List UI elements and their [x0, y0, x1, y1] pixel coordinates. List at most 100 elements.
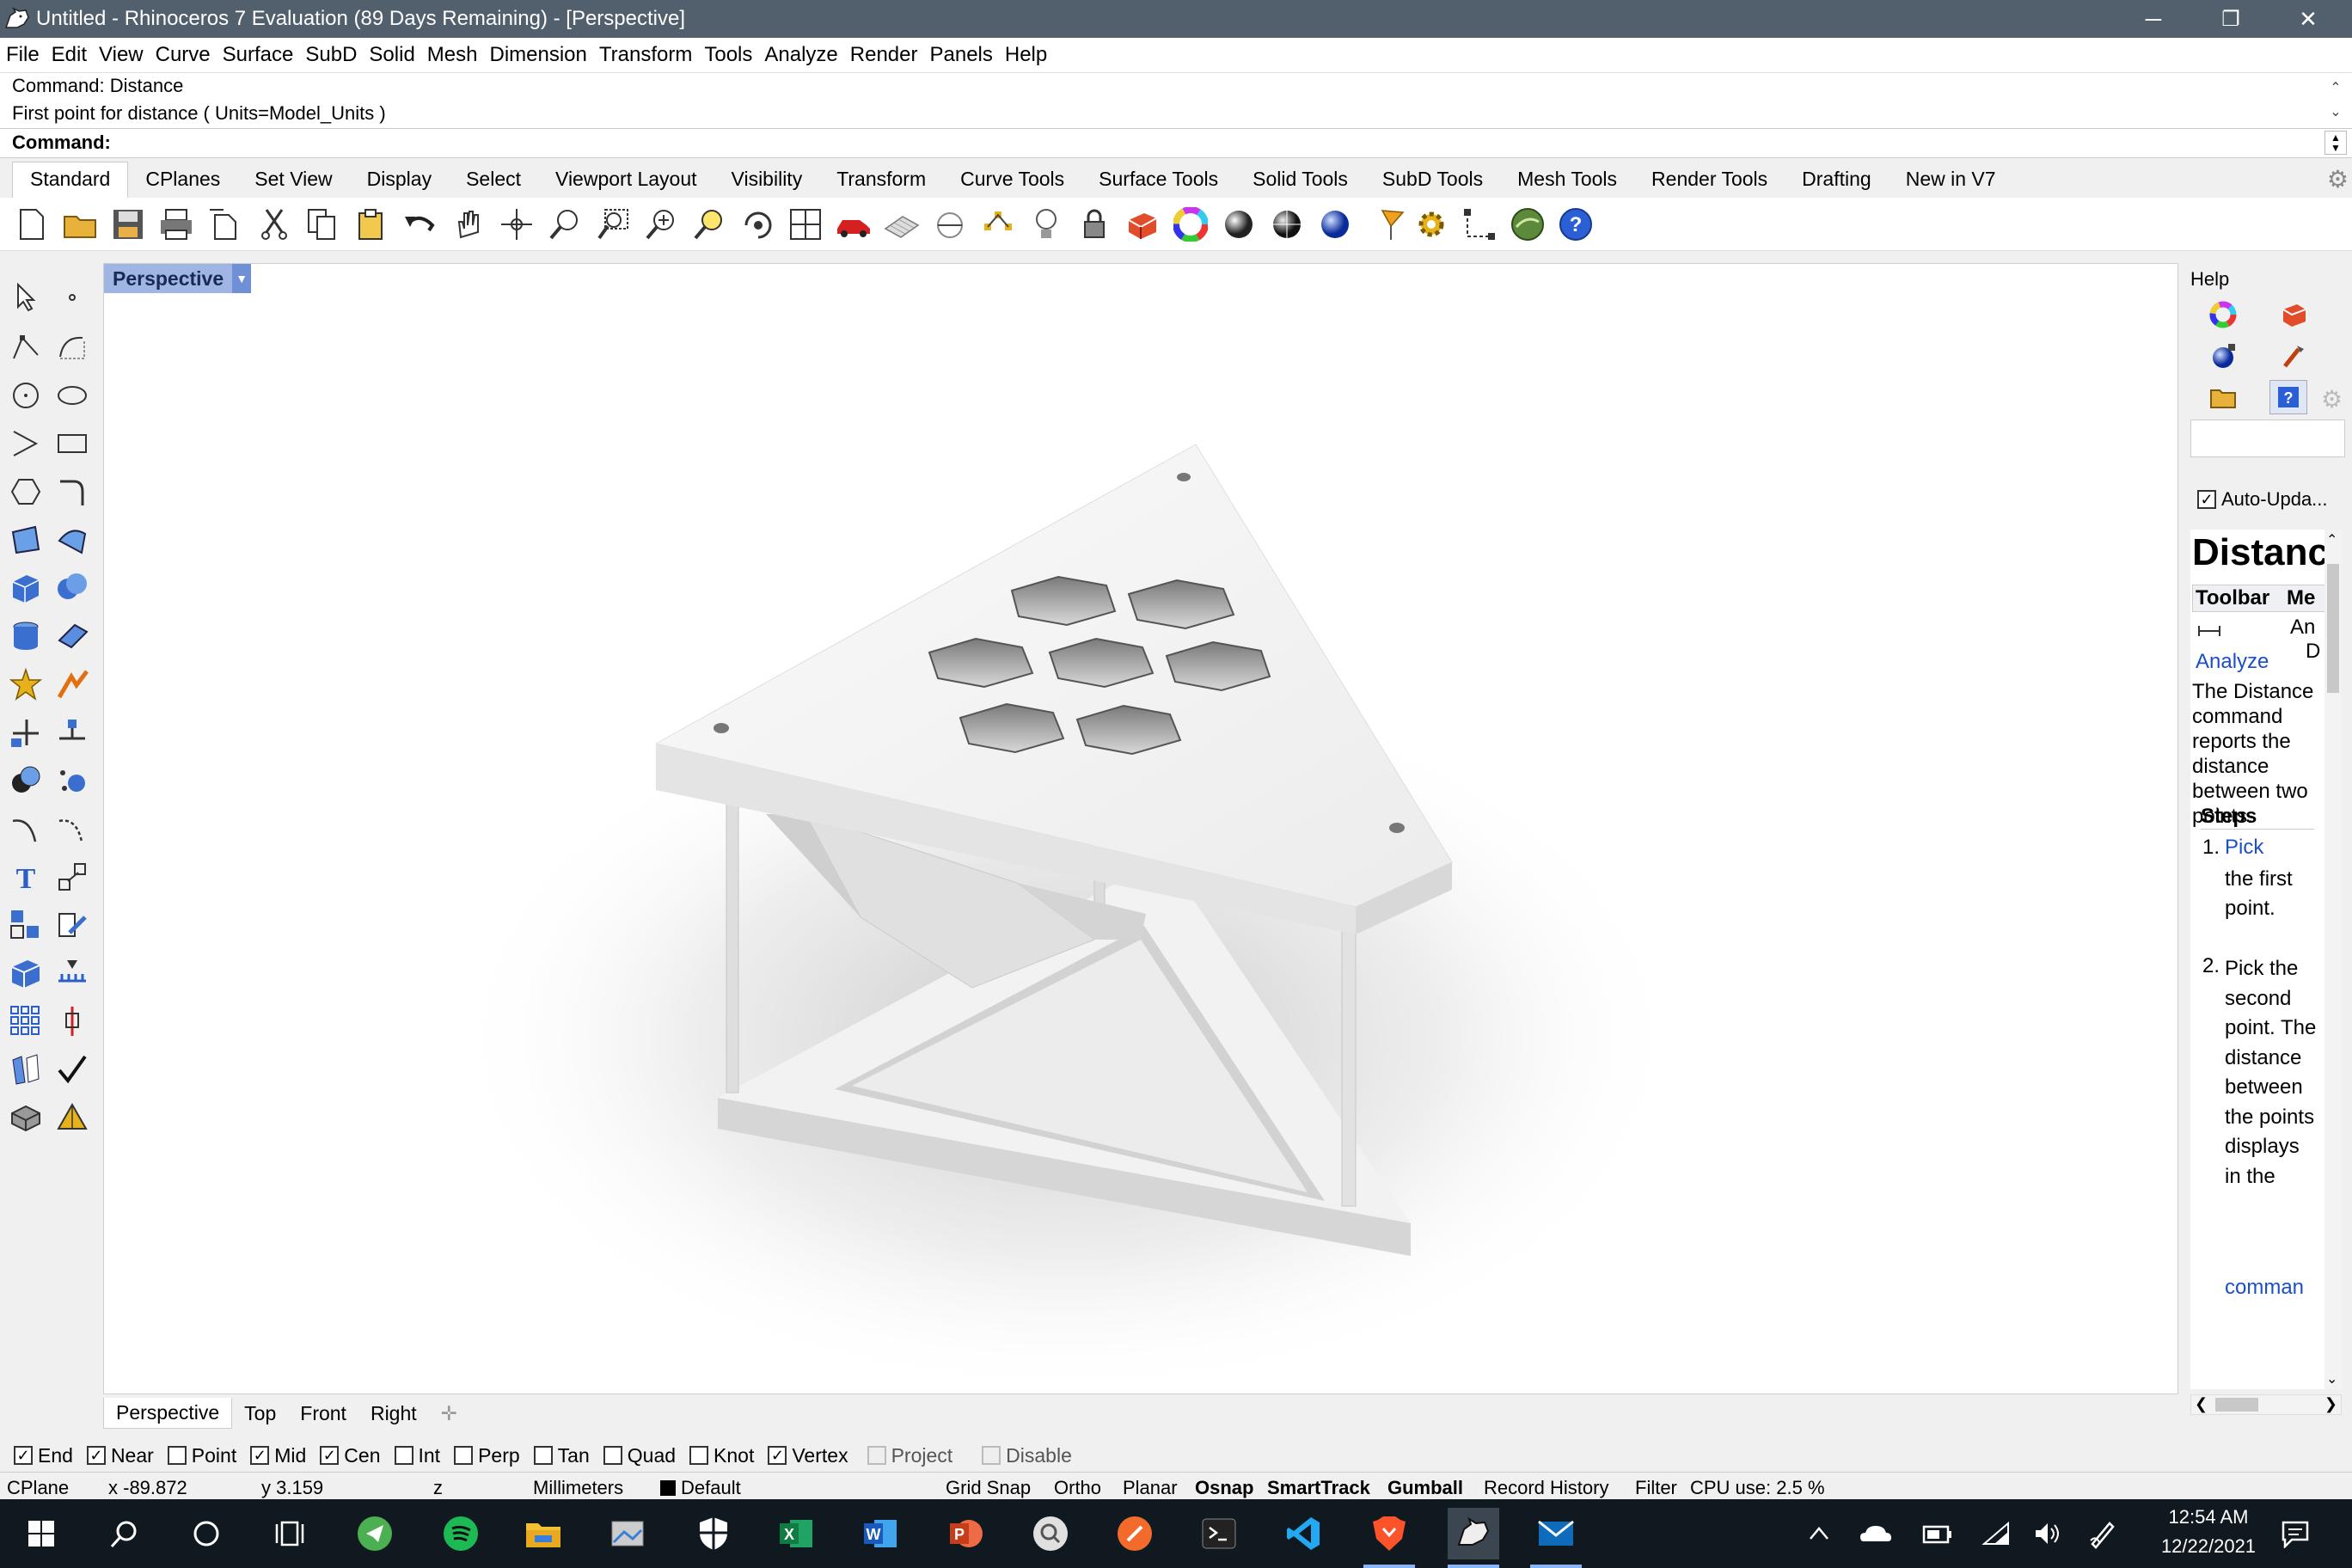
analyze-link[interactable]: Analyze	[2196, 650, 2269, 674]
osnap-perp[interactable]: Perp	[454, 1444, 520, 1467]
menu-curve[interactable]: Curve	[150, 43, 217, 67]
volume-icon[interactable]	[2029, 1508, 2067, 1559]
auto-update-checkbox[interactable]: ✓ Auto-Upda...	[2197, 488, 2328, 511]
open-folder-icon[interactable]	[60, 205, 100, 244]
step-1-pick-link[interactable]: Pick	[2225, 836, 2263, 860]
join-icon[interactable]	[52, 712, 93, 753]
menu-render[interactable]: Render	[844, 43, 924, 67]
import-icon[interactable]	[205, 205, 244, 244]
step-2-command-link[interactable]: comman	[2225, 1276, 2304, 1300]
copy-icon[interactable]	[303, 205, 342, 244]
menu-solid[interactable]: Solid	[363, 43, 420, 67]
zoom-icon[interactable]	[545, 205, 585, 244]
zoom-window-icon[interactable]	[593, 205, 633, 244]
help-scroll-up-icon[interactable]: ⌃	[2326, 531, 2337, 548]
osnap-near[interactable]: ✓ Near	[86, 1444, 154, 1467]
status-cplane[interactable]: CPlane	[7, 1477, 69, 1499]
zoom-selected-icon[interactable]	[689, 205, 729, 244]
fillet-curve-icon[interactable]	[52, 471, 93, 512]
circle-icon[interactable]	[5, 375, 46, 416]
points-cloud-icon[interactable]	[52, 760, 93, 801]
tab-cplanes[interactable]: CPlanes	[128, 162, 237, 198]
help-scroll-down-icon[interactable]: ⌄	[2326, 1370, 2337, 1387]
excel-icon[interactable]: X	[770, 1508, 822, 1559]
history-scroll-down-icon[interactable]: ⌄	[2324, 102, 2347, 121]
select-arrow-icon[interactable]	[5, 277, 46, 318]
perspective-viewport[interactable]: Perspective ▼	[103, 263, 2178, 1394]
windows-security-icon[interactable]	[688, 1508, 739, 1559]
panel-search-input[interactable]	[2190, 420, 2345, 457]
color-wheel-icon[interactable]	[1171, 205, 1210, 244]
move-icon[interactable]	[52, 856, 93, 897]
photos-icon[interactable]	[602, 1508, 653, 1559]
boolean-solid-icon[interactable]	[5, 760, 46, 801]
status-osnap[interactable]: Osnap	[1195, 1477, 1253, 1499]
brave-alt-icon[interactable]	[1109, 1508, 1161, 1559]
text-icon[interactable]: T	[5, 856, 46, 897]
zoom-extents-icon[interactable]	[641, 205, 681, 244]
polyline-icon[interactable]	[5, 327, 46, 368]
menu-surface[interactable]: Surface	[217, 43, 300, 67]
command-prompt[interactable]: Command: ▲ ▼	[0, 128, 2352, 156]
rotate-camera-icon[interactable]	[738, 205, 777, 244]
group-icon[interactable]	[5, 904, 46, 946]
osnap-knot-checkbox[interactable]	[689, 1446, 709, 1465]
folder-icon[interactable]	[2209, 385, 2237, 413]
vscode-icon[interactable]	[1277, 1508, 1329, 1559]
osnap-end-checkbox[interactable]: ✓	[14, 1446, 33, 1465]
ellipse-icon[interactable]	[52, 375, 93, 416]
paint-icon[interactable]	[52, 904, 93, 946]
tab-new-in-v7[interactable]: New in V7	[1889, 162, 2013, 198]
osnap-cen-checkbox[interactable]: ✓	[320, 1446, 340, 1465]
viewport-tab-top[interactable]: Top	[232, 1399, 288, 1429]
tab-subd-tools[interactable]: SubD Tools	[1365, 162, 1500, 198]
osnap-quad[interactable]: Quad	[603, 1444, 676, 1467]
color-wheel-panel-icon[interactable]	[2209, 301, 2237, 333]
rectangle-icon[interactable]	[52, 423, 93, 464]
osnap-int[interactable]: Int	[394, 1444, 440, 1467]
osnap-knot[interactable]: Knot	[689, 1444, 754, 1467]
status-layer[interactable]: Default	[660, 1477, 741, 1499]
flag-icon[interactable]	[1372, 205, 1412, 244]
grid-plane-icon[interactable]	[882, 205, 922, 244]
history-scroll-up-icon[interactable]: ⌃	[2324, 78, 2347, 97]
cylinder-icon[interactable]	[5, 616, 46, 657]
new-file-icon[interactable]	[12, 205, 52, 244]
menu-help[interactable]: Help	[999, 43, 1053, 67]
material-icon[interactable]	[1123, 205, 1162, 244]
tab-select[interactable]: Select	[449, 162, 538, 198]
cut-icon[interactable]	[254, 205, 294, 244]
osnap-point[interactable]: Point	[167, 1444, 236, 1467]
tab-render-tools[interactable]: Render Tools	[1634, 162, 1785, 198]
tab-transform[interactable]: Transform	[819, 162, 943, 198]
word-icon[interactable]: W	[854, 1508, 906, 1559]
blend-curve-icon[interactable]	[52, 808, 93, 849]
osnap-int-checkbox[interactable]	[394, 1446, 413, 1465]
command-spinner-icon[interactable]: ▲ ▼	[2324, 131, 2347, 155]
pen-icon[interactable]	[2084, 1508, 2122, 1559]
light-cone-icon[interactable]	[52, 1097, 93, 1138]
status-grid-snap[interactable]: Grid Snap	[946, 1477, 1031, 1499]
tab-surface-tools[interactable]: Surface Tools	[1081, 162, 1235, 198]
tab-visibility[interactable]: Visibility	[714, 162, 820, 198]
notifications-icon[interactable]	[2269, 1508, 2321, 1559]
paste-icon[interactable]	[351, 205, 390, 244]
print-icon[interactable]	[156, 205, 196, 244]
help-icon[interactable]: ?	[1556, 205, 1596, 244]
check-icon[interactable]	[52, 1049, 93, 1090]
polygon-icon[interactable]	[5, 471, 46, 512]
extrude-plane-icon[interactable]	[52, 616, 93, 657]
osnap-icon[interactable]	[978, 205, 1018, 244]
globe-icon[interactable]	[1508, 205, 1547, 244]
gumball-move-icon[interactable]	[52, 1001, 93, 1042]
osnap-tan[interactable]: Tan	[533, 1444, 590, 1467]
dimension-icon[interactable]	[1460, 205, 1499, 244]
powerpoint-icon[interactable]: P	[940, 1508, 992, 1559]
status-planar[interactable]: Planar	[1123, 1477, 1178, 1499]
menu-view[interactable]: View	[93, 43, 150, 67]
viewport-tab-perspective[interactable]: Perspective	[103, 1398, 233, 1429]
viewport-tab-right[interactable]: Right	[358, 1399, 429, 1429]
tab-standard[interactable]: Standard	[12, 162, 129, 198]
windows-start-icon[interactable]	[15, 1508, 67, 1559]
menu-tools[interactable]: Tools	[698, 43, 758, 67]
